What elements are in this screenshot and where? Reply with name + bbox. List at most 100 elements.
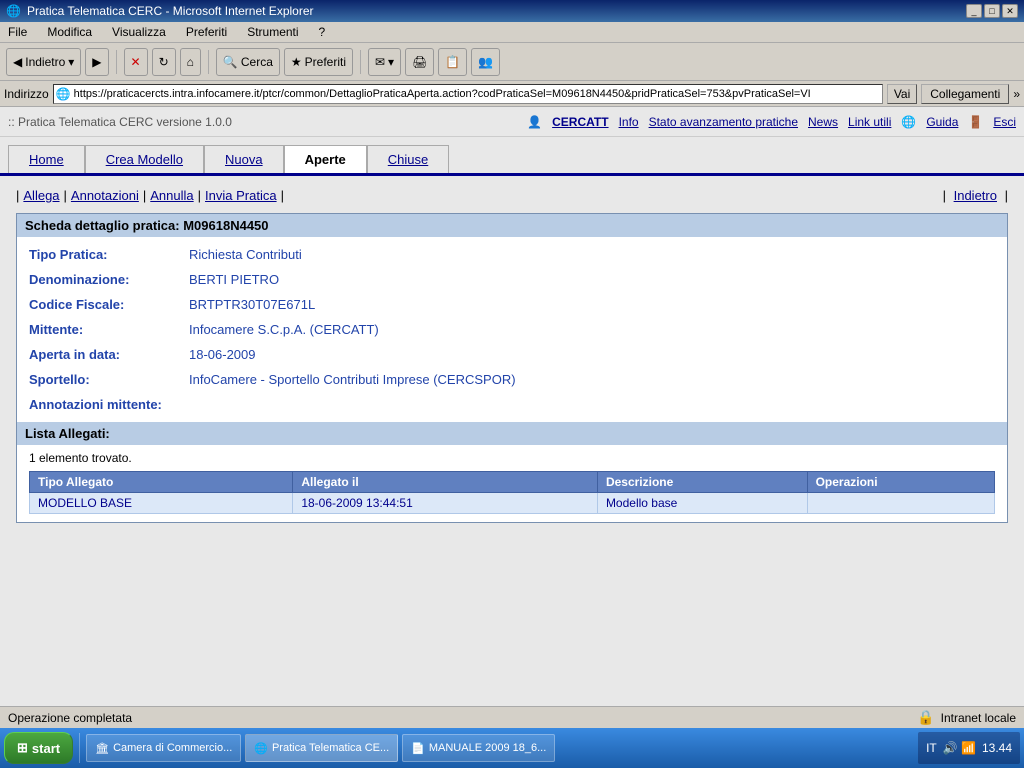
field-tipo-pratica: Tipo Pratica: Richiesta Contributi — [29, 247, 995, 262]
title-bar-buttons: _ □ ✕ — [966, 4, 1018, 18]
status-bar: Operazione completata 🔒 Intranet locale — [0, 706, 1024, 728]
guida-link[interactable]: Guida — [926, 115, 958, 129]
tab-nuova[interactable]: Nuova — [204, 145, 284, 173]
links-button[interactable]: Collegamenti — [921, 84, 1009, 104]
app-header-right: 👤 CERCATT Info Stato avanzamento pratich… — [527, 115, 1016, 129]
window-title: Pratica Telematica CERC - Microsoft Inte… — [27, 4, 314, 18]
cercatt-link[interactable]: CERCATT — [552, 115, 608, 129]
lang-indicator: IT — [926, 741, 937, 755]
maximize-btn[interactable]: □ — [984, 4, 1000, 18]
annotazioni-link[interactable]: Annotazioni — [67, 188, 143, 203]
label-denominazione: Denominazione: — [29, 272, 189, 287]
toolbar-separator-3 — [360, 50, 361, 74]
close-btn[interactable]: ✕ — [1002, 4, 1018, 18]
col-tipo-allegato: Tipo Allegato — [30, 472, 293, 493]
tab-chiuse[interactable]: Chiuse — [367, 145, 449, 173]
minimize-btn[interactable]: _ — [966, 4, 982, 18]
print-icon: 🖨 — [412, 55, 427, 69]
research-button[interactable]: 👥 — [471, 48, 500, 76]
toolbar-separator-1 — [116, 50, 117, 74]
forward-button[interactable]: ▶ — [85, 48, 108, 76]
field-aperta-in-data: Aperta in data: 18-06-2009 — [29, 347, 995, 362]
field-denominazione: Denominazione: BERTI PIETRO — [29, 272, 995, 287]
status-right: 🔒 Intranet locale — [917, 709, 1016, 726]
info-link[interactable]: Info — [619, 115, 639, 129]
mail-button[interactable]: ✉ ▾ — [368, 48, 401, 76]
menu-bar: File Modifica Visualizza Preferiti Strum… — [0, 22, 1024, 43]
address-input[interactable] — [74, 88, 880, 100]
tab-home[interactable]: Home — [8, 145, 85, 173]
ie-icon: 🌐 — [6, 4, 21, 18]
table-row: MODELLO BASE 18-06-2009 13:44:51 Modello… — [30, 493, 995, 514]
menu-file[interactable]: File — [4, 24, 31, 40]
taskbar-btn-pratica[interactable]: 🌐 Pratica Telematica CE... — [245, 734, 398, 762]
guida-icon: 🌐 — [901, 115, 916, 129]
windows-icon: ⊞ — [17, 740, 28, 756]
star-icon: ★ — [291, 55, 302, 69]
news-link[interactable]: News — [808, 115, 838, 129]
menu-help[interactable]: ? — [315, 24, 330, 40]
ie-window: 🌐 Pratica Telematica CERC - Microsoft In… — [0, 0, 1024, 728]
taskbar-separator — [79, 733, 80, 763]
value-denominazione: BERTI PIETRO — [189, 272, 279, 287]
field-annotazioni: Annotazioni mittente: — [29, 397, 995, 412]
print-button[interactable]: 🖨 — [405, 48, 434, 76]
value-tipo-pratica: Richiesta Contributi — [189, 247, 302, 262]
taskbar-btn-camera[interactable]: 🏛 Camera di Commercio... — [86, 734, 241, 762]
esci-link[interactable]: Esci — [993, 115, 1016, 129]
tab-aperte[interactable]: Aperte — [284, 145, 367, 173]
allegati-table: Tipo Allegato Allegato il Descrizione Op… — [29, 471, 995, 514]
allega-link[interactable]: Allega — [19, 188, 63, 203]
menu-modifica[interactable]: Modifica — [43, 24, 96, 40]
action-links-right: | Indietro | — [943, 188, 1008, 203]
search-button[interactable]: 🔍 Cerca — [216, 48, 280, 76]
go-button[interactable]: Vai — [887, 84, 917, 104]
allegati-count: 1 elemento trovato. — [29, 451, 995, 465]
invia-pratica-link[interactable]: Invia Pratica — [201, 188, 281, 203]
favorites-button[interactable]: ★ Preferiti — [284, 48, 353, 76]
label-tipo-pratica: Tipo Pratica: — [29, 247, 189, 262]
app-version-text: :: Pratica Telematica CERC versione 1.0.… — [8, 115, 232, 129]
page-icon: 🌐 — [56, 87, 71, 101]
value-mittente: Infocamere S.C.p.A. (CERCATT) — [189, 322, 379, 337]
back-dropdown-icon[interactable]: ▾ — [68, 55, 74, 69]
menu-visualizza[interactable]: Visualizza — [108, 24, 170, 40]
taskbar-btn-manuale[interactable]: 📄 MANUALE 2009 18_6... — [402, 734, 555, 762]
stop-button[interactable]: ✕ — [124, 48, 148, 76]
user-icon: 👤 — [527, 115, 542, 129]
annulla-link[interactable]: Annulla — [146, 188, 197, 203]
back-button[interactable]: ◀ Indietro ▾ — [6, 48, 81, 76]
start-button[interactable]: ⊞ start — [4, 732, 73, 764]
value-codice-fiscale: BRTPTR30T07E671L — [189, 297, 315, 312]
field-codice-fiscale: Codice Fiscale: BRTPTR30T07E671L — [29, 297, 995, 312]
edit-button[interactable]: 📋 — [438, 48, 467, 76]
cell-tipo-allegato: MODELLO BASE — [30, 493, 293, 514]
col-operazioni: Operazioni — [807, 472, 994, 493]
indietro-link[interactable]: Indietro — [950, 188, 1001, 203]
menu-strumenti[interactable]: Strumenti — [243, 24, 302, 40]
mail-dropdown-icon: ▾ — [388, 55, 394, 69]
tab-crea-modello[interactable]: Crea Modello — [85, 145, 204, 173]
address-input-wrap: 🌐 — [53, 84, 883, 104]
address-bar: Indirizzo 🌐 Vai Collegamenti » — [0, 81, 1024, 107]
col-descrizione: Descrizione — [597, 472, 807, 493]
title-bar-left: 🌐 Pratica Telematica CERC - Microsoft In… — [6, 4, 314, 18]
refresh-button[interactable]: ↻ — [152, 48, 176, 76]
allegati-header-label: Lista Allegati: — [25, 426, 110, 441]
lock-icon: 🔒 — [917, 709, 934, 726]
value-sportello: InfoCamere - Sportello Contributi Impres… — [189, 372, 516, 387]
research-icon: 👥 — [478, 55, 493, 69]
home-button[interactable]: ⌂ — [180, 48, 201, 76]
expand-icon[interactable]: » — [1013, 87, 1020, 101]
cell-allegato-il: 18-06-2009 13:44:51 — [293, 493, 598, 514]
taskbar-systray: IT 🔊 📶 13.44 — [918, 732, 1020, 764]
forward-icon: ▶ — [92, 55, 101, 69]
link-utili-link[interactable]: Link utili — [848, 115, 891, 129]
menu-preferiti[interactable]: Preferiti — [182, 24, 231, 40]
zone-text: Intranet locale — [941, 711, 1016, 725]
card-header-label: Scheda dettaglio pratica: — [25, 218, 180, 233]
field-mittente: Mittente: Infocamere S.C.p.A. (CERCATT) — [29, 322, 995, 337]
nav-tabs: Home Crea Modello Nuova Aperte Chiuse — [0, 137, 1024, 176]
stato-link[interactable]: Stato avanzamento pratiche — [649, 115, 798, 129]
action-links: | Allega | Annotazioni | Annulla | Invia… — [16, 188, 1008, 203]
